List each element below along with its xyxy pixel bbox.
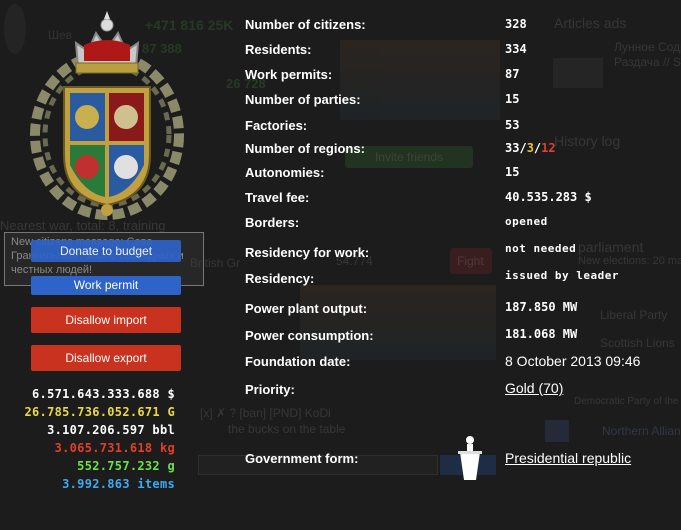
factories-value: 53 xyxy=(505,118,520,132)
power-consumption-label: Power consumption: xyxy=(245,328,374,343)
work-permit-button[interactable]: Work permit xyxy=(31,276,181,295)
foundation-value: 8 October 2013 09:46 xyxy=(505,353,641,369)
power-output-value: 187.850 MW xyxy=(505,300,578,314)
residency-label: Residency: xyxy=(245,271,315,286)
resource-oil: 3.107.206.597 bbl xyxy=(47,423,175,437)
regions-label: Number of regions: xyxy=(245,141,365,156)
power-consumption-value: 181.068 MW xyxy=(505,327,578,341)
regions-c: 12 xyxy=(541,141,556,155)
government-link[interactable]: Presidential republic xyxy=(505,450,631,466)
president-icon xyxy=(458,436,482,480)
power-output-label: Power plant output: xyxy=(245,301,368,316)
travel-fee-label: Travel fee: xyxy=(245,190,310,205)
regions-value: 33/3/12 xyxy=(505,141,556,155)
resource-diamonds: 552.757.232 g xyxy=(77,459,175,473)
priority-label: Priority: xyxy=(245,382,295,397)
residents-label: Residents: xyxy=(245,42,312,57)
travel-fee-value: 40.535.283 $ xyxy=(505,190,592,204)
citizens-value: 328 xyxy=(505,17,527,31)
residents-value: 334 xyxy=(505,42,527,56)
government-label: Government form: xyxy=(245,451,359,466)
resource-money: 6.571.643.333.688 $ xyxy=(32,387,175,401)
disallow-export-button[interactable]: Disallow export xyxy=(31,345,181,371)
donate-button[interactable]: Donate to budget xyxy=(31,240,181,262)
foundation-label: Foundation date: xyxy=(245,354,351,369)
regions-b: 3 xyxy=(526,141,534,155)
autonomies-label: Autonomies: xyxy=(245,165,325,180)
resource-gold: 26.785.736.052.671 G xyxy=(24,405,175,419)
resource-ore: 3.065.731.618 kg xyxy=(54,441,175,455)
regions-total: 33 xyxy=(505,141,520,155)
work-permits-value: 87 xyxy=(505,67,520,81)
citizens-label: Number of citizens: xyxy=(245,17,366,32)
parties-label: Number of parties: xyxy=(245,92,361,107)
autonomies-value: 15 xyxy=(505,165,520,179)
residency-work-label: Residency for work: xyxy=(245,245,370,260)
residency-value: issued by leader xyxy=(505,269,619,282)
borders-label: Borders: xyxy=(245,215,300,230)
priority-link[interactable]: Gold (70) xyxy=(505,380,563,396)
crown-emblem-icon xyxy=(30,11,184,220)
work-permits-label: Work permits: xyxy=(245,67,333,82)
borders-value: opened xyxy=(505,215,548,228)
resource-items: 3.992.863 items xyxy=(62,477,175,491)
residency-work-value: not needed xyxy=(505,242,577,255)
parties-value: 15 xyxy=(505,92,520,106)
factories-label: Factories: xyxy=(245,118,308,133)
disallow-import-button[interactable]: Disallow import xyxy=(31,307,181,333)
